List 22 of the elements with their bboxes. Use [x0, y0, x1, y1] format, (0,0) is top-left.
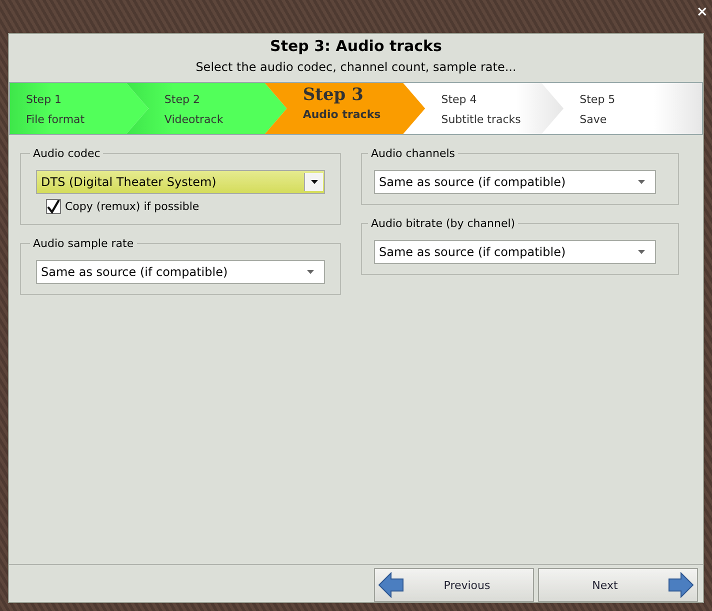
previous-button[interactable]: Previous [374, 568, 534, 602]
page-title: Step 3: Audio tracks [270, 37, 442, 55]
left-arrow-icon [378, 572, 404, 598]
dropdown-arrow-icon [307, 270, 314, 274]
close-button[interactable]: × [696, 4, 708, 20]
checkbox[interactable] [46, 199, 61, 214]
dropdown-arrow-icon [638, 180, 645, 184]
dropdown[interactable]: Same as source (if compatible) [374, 170, 656, 194]
page-subtitle: Select the audio codec, channel count, sample rate... [196, 60, 516, 74]
next-button[interactable]: Next [538, 568, 698, 602]
dropdown[interactable]: DTS (Digital Theater System) [36, 170, 325, 194]
dropdown[interactable]: Same as source (if compatible) [374, 240, 656, 264]
dropdown-arrow-icon [638, 250, 645, 254]
dropdown[interactable]: Same as source (if compatible) [36, 260, 325, 284]
dropdown-arrow-icon [310, 180, 318, 184]
group-title: Audio codec [32, 147, 102, 160]
group-title: Audio channels [370, 147, 456, 160]
wizard-step: Step 1 File format [10, 83, 148, 134]
group-title: Audio bitrate (by channel) [370, 217, 516, 230]
group-title: Audio sample rate [32, 237, 135, 250]
checkbox-label[interactable]: Copy (remux) if possible [65, 200, 200, 213]
right-arrow-icon [668, 572, 694, 598]
